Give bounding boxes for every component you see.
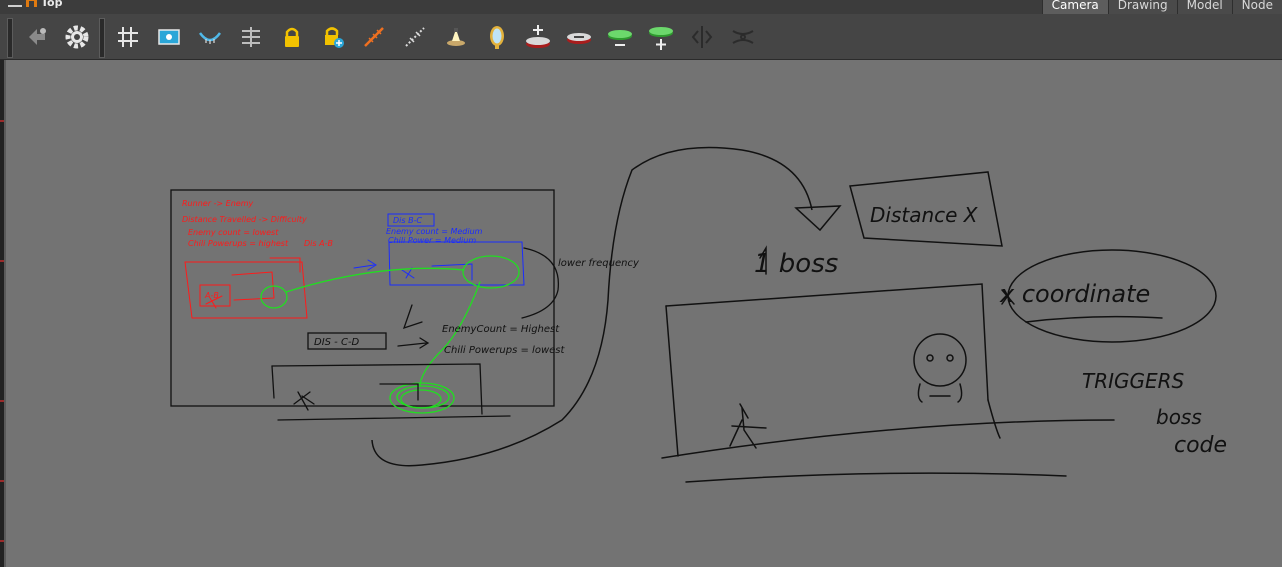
- note-runner: Runner -> Enemy: [182, 199, 253, 208]
- tab-model[interactable]: Model: [1176, 0, 1232, 14]
- flip-icon[interactable]: [687, 22, 717, 52]
- remove-layer-icon[interactable]: [564, 22, 594, 52]
- label-ab: A-B: [204, 291, 219, 300]
- sketch-layer: Runner -> Enemy Distance Travelled -> Di…: [170, 146, 1227, 483]
- label-1-boss: 1 boss: [754, 249, 838, 279]
- morph-icon[interactable]: [728, 22, 758, 52]
- view-title-label: Top: [41, 0, 63, 9]
- toolbar-grip[interactable]: [7, 18, 13, 58]
- lamp-icon[interactable]: [441, 22, 471, 52]
- note-lower-frequency: lower frequency: [558, 258, 640, 269]
- camera-toolbar: [0, 14, 1282, 60]
- label-dis-cd: DIS - C-D: [314, 337, 360, 348]
- note-dis-ab: Dis A-B: [304, 239, 333, 248]
- grid-icon[interactable]: [113, 22, 143, 52]
- tab-node[interactable]: Node: [1231, 0, 1282, 14]
- align-icon[interactable]: [236, 22, 266, 52]
- label-coordinate: x coordinate: [999, 280, 1150, 308]
- tab-camera[interactable]: Camera: [1041, 0, 1108, 14]
- lock-add-icon[interactable]: [318, 22, 348, 52]
- note-enemy-highest: EnemyCount = Highest: [442, 324, 560, 335]
- label-code: code: [1174, 433, 1227, 458]
- title-bar: Top Camera Drawing Model Node: [0, 0, 1282, 14]
- mirror-icon[interactable]: [482, 22, 512, 52]
- arrow-head: [794, 205, 842, 232]
- label-distance-x: Distance X: [870, 203, 979, 227]
- left-sketch: [170, 189, 560, 421]
- view-title: Top: [8, 0, 62, 9]
- ruler-dotted-icon[interactable]: [400, 22, 430, 52]
- green-disc-minus-icon[interactable]: [605, 22, 635, 52]
- connector-curve: [371, 146, 813, 467]
- gear-icon[interactable]: [62, 22, 92, 52]
- note-dis-bc: Dis B-C: [393, 216, 422, 225]
- label-triggers: TRIGGERS: [1082, 369, 1185, 393]
- smile-icon[interactable]: [195, 22, 225, 52]
- frame-icon[interactable]: [154, 22, 184, 52]
- note-enemy-low: Enemy count = lowest: [188, 228, 279, 237]
- label-boss: boss: [1156, 405, 1202, 429]
- note-chili-lowest: Chili Powerups = lowest: [444, 345, 565, 356]
- workspace-tabs: Camera Drawing Model Node: [1041, 0, 1282, 14]
- lock-icon[interactable]: [277, 22, 307, 52]
- note-enemy-medium: Enemy count = Medium: [386, 227, 483, 236]
- green-disc-plus-icon[interactable]: [646, 22, 676, 52]
- drawing-canvas[interactable]: Runner -> Enemy Distance Travelled -> Di…: [4, 60, 1282, 567]
- note-chili-high: Chili Powerups = highest: [188, 239, 289, 248]
- tab-drawing[interactable]: Drawing: [1107, 0, 1177, 14]
- home-icon: [26, 0, 37, 7]
- view-menu-icon[interactable]: [8, 0, 22, 7]
- ruler-icon[interactable]: [359, 22, 389, 52]
- add-layer-icon[interactable]: [523, 22, 553, 52]
- toolbar-separator: [99, 18, 105, 58]
- pointer-icon[interactable]: [22, 22, 52, 52]
- note-chili-medium: Chili Power = Medium: [388, 236, 476, 245]
- note-distance: Distance Travelled -> Difficulty: [182, 215, 307, 224]
